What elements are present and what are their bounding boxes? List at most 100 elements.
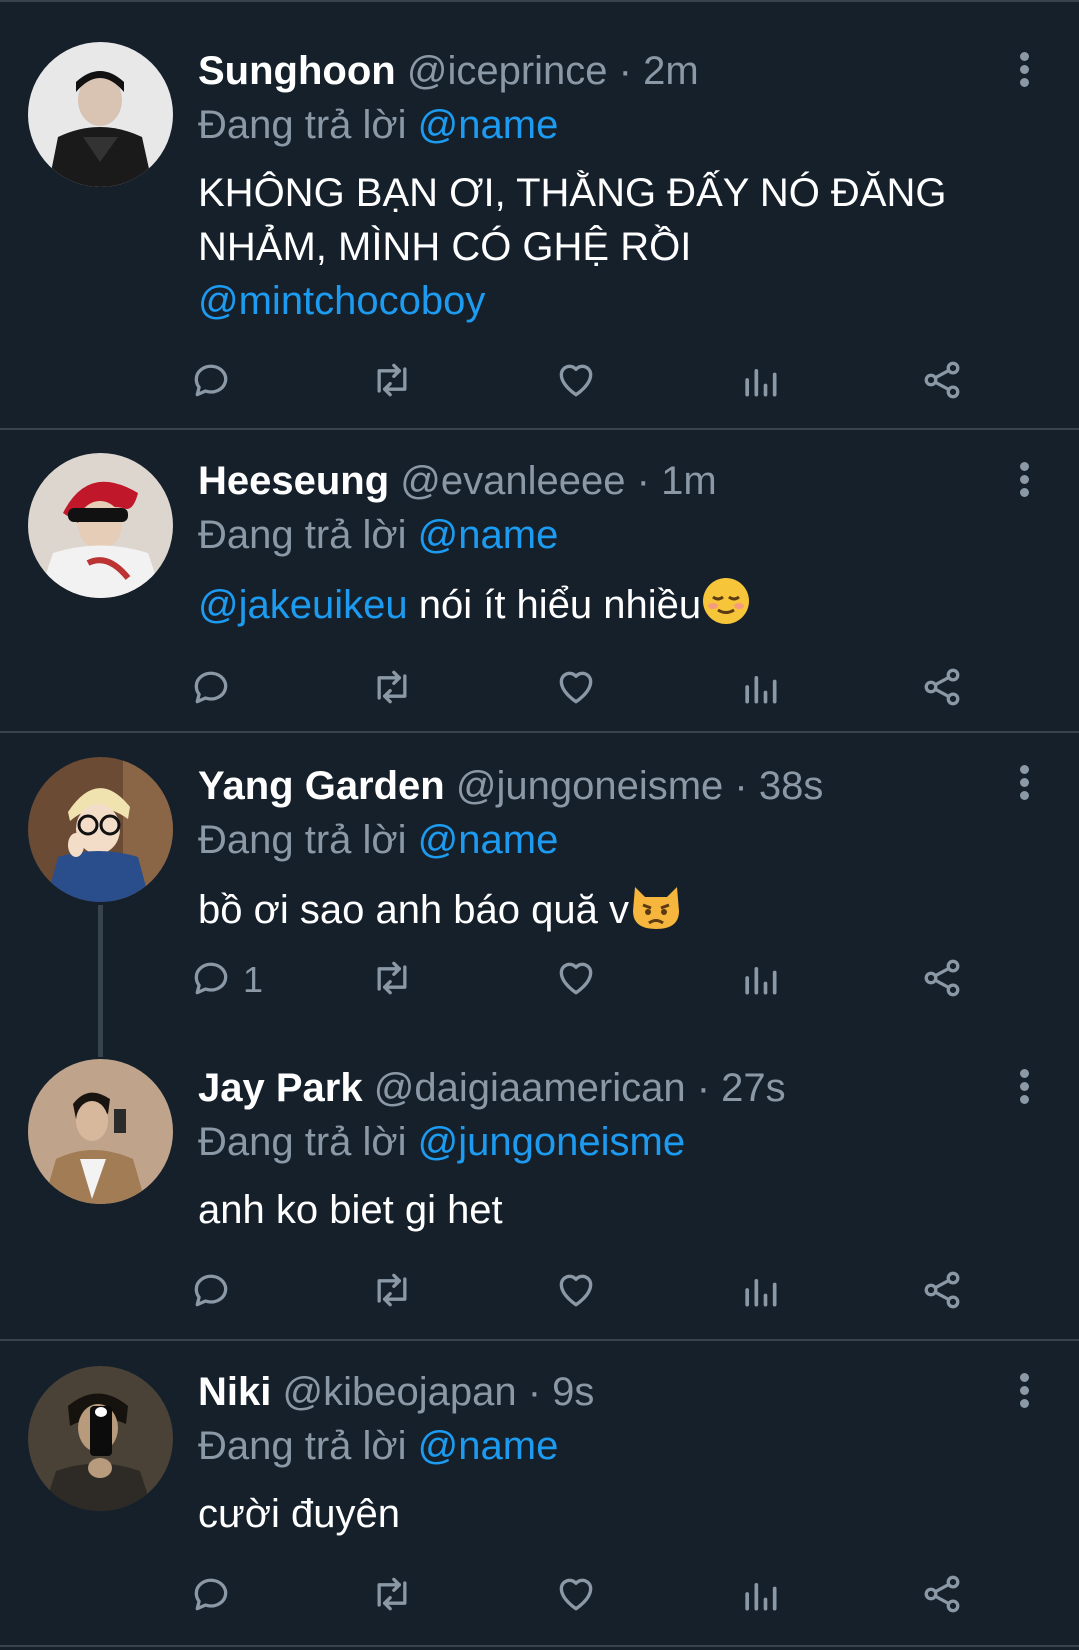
- share-button[interactable]: [920, 1573, 964, 1619]
- share-button[interactable]: [920, 1269, 964, 1315]
- display-name[interactable]: Jay Park: [198, 1066, 363, 1110]
- stats-button[interactable]: [738, 666, 782, 712]
- text-mention[interactable]: @mintchocoboy: [198, 279, 485, 323]
- timestamp[interactable]: 2m: [643, 49, 699, 93]
- reply-button[interactable]: 1: [189, 957, 263, 1003]
- share-button[interactable]: [920, 957, 964, 1003]
- stats-icon: [738, 1268, 782, 1317]
- replying-mention[interactable]: @name: [418, 1424, 559, 1468]
- more-options-icon[interactable]: [1017, 1373, 1031, 1413]
- stats-button[interactable]: [738, 1573, 782, 1619]
- retweet-button[interactable]: [370, 957, 414, 1003]
- tweet-header: Yang Garden @jungoneisme · 38s: [198, 759, 1059, 813]
- avatar[interactable]: [28, 1059, 173, 1204]
- retweet-button[interactable]: [370, 359, 414, 405]
- replying-to: Đang trả lời @name: [198, 813, 1059, 867]
- more-options-icon[interactable]: [1017, 462, 1031, 502]
- reply-button[interactable]: [189, 1573, 243, 1619]
- separator-dot: ·: [527, 1370, 542, 1414]
- separator-dot: ·: [734, 764, 748, 808]
- handle[interactable]: @iceprince: [407, 49, 608, 93]
- share-button[interactable]: [920, 359, 964, 405]
- tweet-heeseung[interactable]: Heeseung @evanleeee · 1m Đang trả lời @n…: [0, 430, 1079, 732]
- divider: [0, 1645, 1079, 1647]
- replying-label: Đang trả lời: [198, 1424, 407, 1468]
- tweet-yang-garden[interactable]: Yang Garden @jungoneisme · 38s Đang trả …: [0, 733, 1079, 1045]
- replying-to: Đang trả lời @name: [198, 98, 1059, 152]
- tweet-body: KHÔNG BẠN ƠI, THẰNG ĐẤY NÓ ĐĂNG NHẢM, MÌ…: [198, 171, 947, 269]
- like-button[interactable]: [554, 359, 598, 405]
- timestamp[interactable]: 38s: [759, 764, 824, 808]
- tweet-body: cười đuyên: [198, 1492, 400, 1536]
- tweet-jay-park[interactable]: Jay Park @daigiaamerican · 27s Đang trả …: [0, 1037, 1079, 1339]
- retweet-button[interactable]: [370, 1269, 414, 1315]
- retweet-button[interactable]: [370, 666, 414, 712]
- reply-count: 1: [243, 959, 264, 1000]
- reply-icon: [189, 1572, 233, 1621]
- separator-dot: ·: [618, 49, 632, 93]
- handle[interactable]: @kibeojapan: [282, 1370, 516, 1414]
- retweet-icon: [370, 1268, 414, 1317]
- timestamp[interactable]: 9s: [552, 1370, 594, 1414]
- retweet-icon: [370, 956, 414, 1005]
- tweet-niki[interactable]: Niki @kibeojapan · 9s Đang trả lời @name…: [0, 1341, 1079, 1643]
- avatar[interactable]: [28, 42, 173, 187]
- stats-button[interactable]: [738, 359, 782, 405]
- replying-mention[interactable]: @jungoneisme: [418, 1120, 685, 1164]
- text-mention[interactable]: @jakeuikeu: [198, 583, 408, 627]
- replying-mention[interactable]: @name: [418, 818, 559, 862]
- stats-button[interactable]: [738, 1269, 782, 1315]
- more-options-icon[interactable]: [1017, 1069, 1031, 1109]
- replying-to: Đang trả lời @jungoneisme: [198, 1115, 1059, 1169]
- tweet-sunghoon[interactable]: Sunghoon @iceprince · 2m Đang trả lời @n…: [0, 0, 1079, 428]
- like-button[interactable]: [554, 1269, 598, 1315]
- action-bar: [194, 359, 1059, 405]
- reply-icon: [189, 956, 233, 1005]
- tweet-header: Jay Park @daigiaamerican · 27s: [198, 1061, 1059, 1115]
- avatar[interactable]: [28, 757, 173, 902]
- timestamp[interactable]: 1m: [661, 459, 717, 503]
- tweet-body: nói ít hiểu nhiều: [407, 583, 702, 627]
- relieved-face-icon: [701, 576, 751, 640]
- tweet-text: cười đuyên: [198, 1487, 1059, 1541]
- retweet-icon: [370, 358, 414, 407]
- like-button[interactable]: [554, 666, 598, 712]
- replying-mention[interactable]: @name: [418, 513, 559, 557]
- retweet-icon: [370, 1572, 414, 1621]
- display-name[interactable]: Yang Garden: [198, 764, 445, 808]
- tweet-text: @jakeuikeu nói ít hiểu nhiều: [198, 576, 1059, 640]
- like-icon: [554, 1268, 598, 1317]
- share-button[interactable]: [920, 666, 964, 712]
- reply-icon: [189, 665, 233, 714]
- replying-label: Đang trả lời: [198, 513, 407, 557]
- avatar[interactable]: [28, 1366, 173, 1511]
- timestamp[interactable]: 27s: [721, 1066, 786, 1110]
- handle[interactable]: @evanleeee: [400, 459, 625, 503]
- handle[interactable]: @daigiaamerican: [374, 1066, 686, 1110]
- like-icon: [554, 665, 598, 714]
- display-name[interactable]: Heeseung: [198, 459, 389, 503]
- avatar[interactable]: [28, 453, 173, 598]
- reply-button[interactable]: [189, 1269, 243, 1315]
- replying-mention[interactable]: @name: [418, 103, 559, 147]
- replying-to: Đang trả lời @name: [198, 1419, 1059, 1473]
- action-bar: [194, 1269, 1059, 1315]
- display-name[interactable]: Sunghoon: [198, 49, 396, 93]
- reply-button[interactable]: [189, 666, 243, 712]
- like-button[interactable]: [554, 957, 598, 1003]
- reply-button[interactable]: [189, 359, 243, 405]
- handle[interactable]: @jungoneisme: [456, 764, 723, 808]
- display-name[interactable]: Niki: [198, 1370, 271, 1414]
- tweet-text: anh ko biet gi het: [198, 1183, 1059, 1237]
- stats-icon: [738, 956, 782, 1005]
- stats-button[interactable]: [738, 957, 782, 1003]
- replying-label: Đang trả lời: [198, 818, 407, 862]
- more-options-icon[interactable]: [1017, 52, 1031, 92]
- like-button[interactable]: [554, 1573, 598, 1619]
- tweet-header: Sunghoon @iceprince · 2m: [198, 44, 1059, 98]
- share-icon: [920, 358, 964, 407]
- replying-label: Đang trả lời: [198, 103, 407, 147]
- more-options-icon[interactable]: [1017, 765, 1031, 805]
- reply-feed: Sunghoon @iceprince · 2m Đang trả lời @n…: [0, 0, 1079, 1650]
- retweet-button[interactable]: [370, 1573, 414, 1619]
